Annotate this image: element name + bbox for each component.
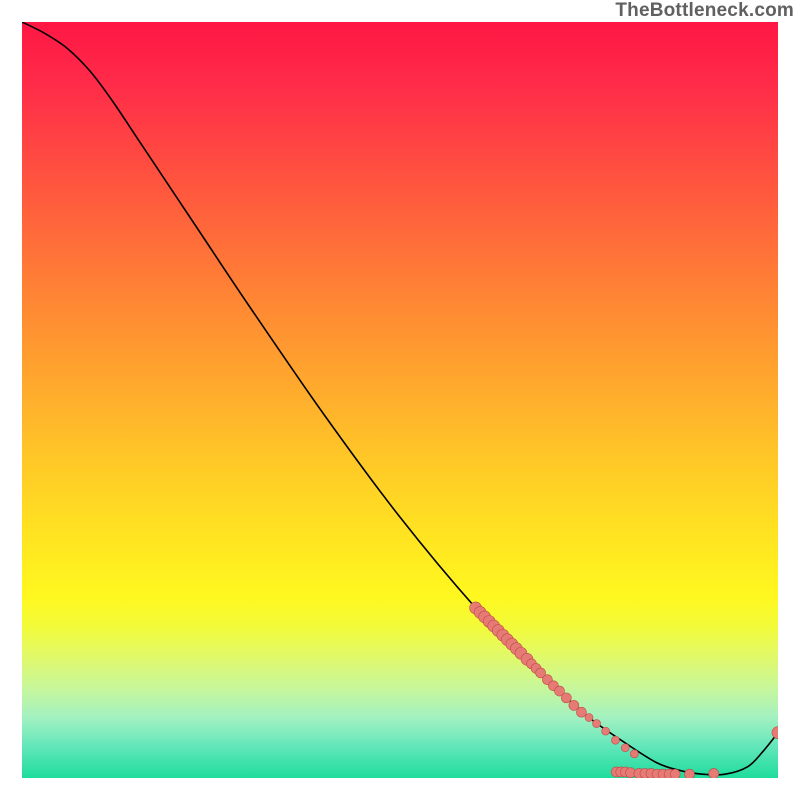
marker-dot (685, 769, 695, 778)
bottleneck-chart: TheBottleneck.com (0, 0, 800, 800)
marker-dot (576, 707, 586, 717)
marker-dot (709, 768, 719, 778)
marker-dot (670, 769, 680, 778)
chart-svg (22, 22, 778, 778)
marker-dot (630, 750, 638, 758)
plot-area (22, 22, 778, 778)
bottleneck-curve (22, 22, 778, 775)
marker-dot (621, 744, 629, 752)
marker-dot (772, 727, 778, 739)
marker-dot (561, 693, 571, 703)
marker-dot (585, 714, 593, 722)
marker-group (470, 602, 778, 778)
marker-dot (602, 727, 610, 735)
marker-dot (611, 736, 619, 744)
watermark-text: TheBottleneck.com (615, 0, 794, 22)
marker-dot (593, 720, 601, 728)
